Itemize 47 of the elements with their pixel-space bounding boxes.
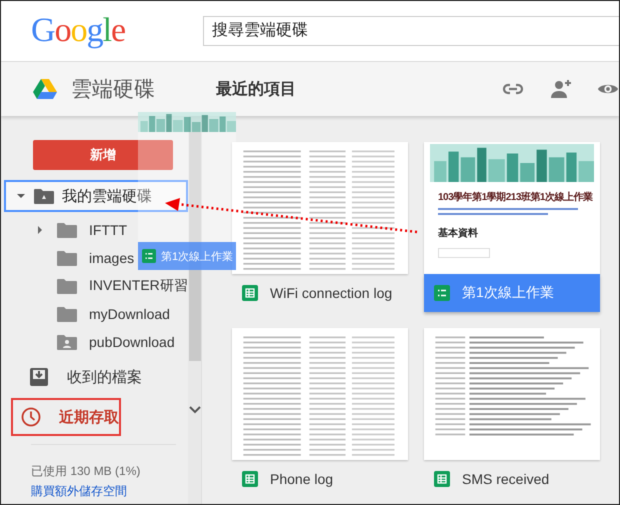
folder-item[interactable]: INVENTER研習 — [1, 272, 188, 300]
folder-icon — [57, 278, 77, 294]
form-field — [438, 248, 490, 258]
spreadsheet-icon — [434, 471, 450, 487]
nav-label: 近期存取 — [59, 408, 119, 426]
storage-usage: 已使用 130 MB (1%) — [31, 463, 142, 480]
google-logo[interactable]: Google — [31, 12, 203, 50]
expand-caret-icon[interactable] — [35, 225, 45, 235]
nav-label: 收到的檔案 — [67, 368, 142, 386]
folder-item[interactable]: myDownload — [1, 300, 188, 328]
file-title: SMS received — [462, 471, 550, 487]
inbox-icon — [29, 367, 49, 387]
drag-title: 第1次線上作業 — [161, 250, 234, 264]
folder-item[interactable]: pubDownload — [1, 328, 188, 356]
buy-storage-link[interactable]: 購買額外儲存空間 — [31, 483, 127, 500]
file-title: Phone log — [270, 471, 334, 487]
folder-icon — [57, 222, 77, 238]
form-title: 103學年第1學期213班第1次線上作業 — [438, 190, 594, 204]
file-title: 第1次線上作業 — [462, 284, 554, 302]
form-icon — [142, 249, 156, 263]
app-title: 雲端硬碟 — [71, 77, 156, 103]
folder-label: IFTTT — [89, 222, 128, 238]
file-title: WiFi connection log — [270, 285, 392, 301]
add-person-icon[interactable] — [549, 77, 573, 101]
drive-folder-icon — [34, 188, 54, 204]
form-section: 基本資料 — [438, 226, 594, 240]
caret-icon[interactable] — [16, 191, 26, 201]
folder-label: pubDownload — [89, 334, 175, 350]
spreadsheet-icon — [242, 471, 258, 487]
drive-logo-icon — [33, 78, 57, 100]
folder-item[interactable]: IFTTT — [1, 216, 188, 244]
tree-label: 我的雲端硬碟 — [62, 186, 152, 206]
folder-icon — [57, 250, 77, 266]
folder-label: images — [89, 250, 134, 266]
chevron-down-icon[interactable] — [188, 406, 200, 414]
spreadsheet-icon — [242, 285, 258, 301]
folder-icon — [57, 306, 77, 322]
folder-label: myDownload — [89, 306, 170, 322]
search-field[interactable]: 搜尋雲端硬碟 — [203, 16, 619, 46]
page-title: 最近的項目 — [216, 79, 296, 100]
nav-item[interactable]: 收到的檔案 — [1, 358, 188, 396]
nav-item[interactable]: 近期存取 — [11, 398, 121, 436]
form-icon — [434, 285, 450, 301]
new-button[interactable]: 新增 — [33, 140, 173, 170]
folder-label: INVENTER研習 — [89, 277, 188, 295]
shared-folder-icon — [57, 334, 77, 350]
clock-icon — [21, 407, 41, 427]
